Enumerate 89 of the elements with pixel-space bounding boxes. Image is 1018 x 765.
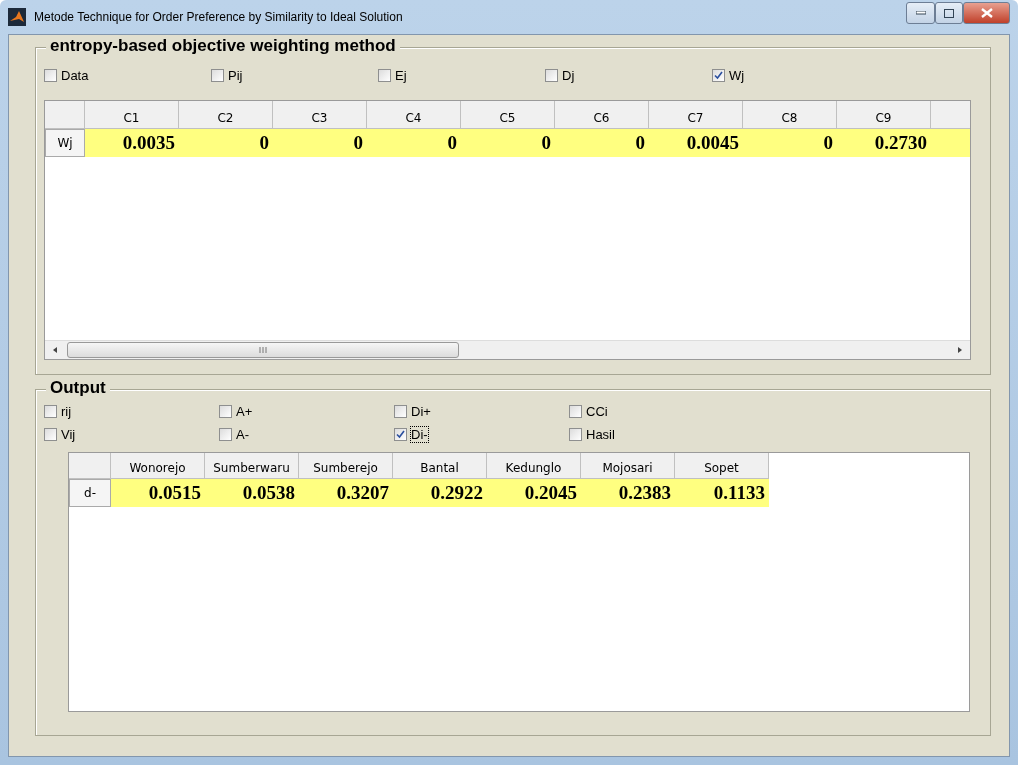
checkbox[interactable]: A+ bbox=[219, 404, 394, 419]
column-header: C8 bbox=[743, 101, 837, 129]
table-cell: 0.3207 bbox=[299, 479, 393, 507]
row-header: Wj bbox=[45, 129, 85, 157]
checkbox-box[interactable] bbox=[394, 405, 407, 418]
checkbox-label: Dj bbox=[562, 68, 575, 83]
checkbox-label: Di+ bbox=[411, 404, 431, 419]
checkbox[interactable]: Data bbox=[44, 68, 211, 83]
checkbox[interactable]: Di+ bbox=[394, 404, 569, 419]
column-header: C7 bbox=[649, 101, 743, 129]
checkbox[interactable]: CCi bbox=[569, 404, 744, 419]
checkbox-box[interactable] bbox=[44, 69, 57, 82]
scroll-right-icon[interactable] bbox=[956, 346, 964, 354]
table-cell: 0.2045 bbox=[487, 479, 581, 507]
column-header: Kedunglo bbox=[487, 453, 581, 479]
close-icon bbox=[980, 8, 993, 18]
table-cell: 0 bbox=[179, 129, 273, 157]
column-header: C5 bbox=[461, 101, 555, 129]
table-cell: 0 bbox=[367, 129, 461, 157]
checkbox-label: Wj bbox=[729, 68, 745, 83]
checkbox-label: A+ bbox=[236, 404, 253, 419]
column-header: C1 bbox=[85, 101, 179, 129]
column-header: Bantal bbox=[393, 453, 487, 479]
checkbox-box[interactable] bbox=[394, 428, 407, 441]
checkbox[interactable]: Hasil bbox=[569, 427, 744, 442]
checkbox-label: CCi bbox=[586, 404, 608, 419]
checkbox-box[interactable] bbox=[219, 428, 232, 441]
minimize-icon bbox=[915, 11, 926, 15]
table-cell: 0.0538 bbox=[205, 479, 299, 507]
table-cell: 0.2383 bbox=[581, 479, 675, 507]
checkbox-box[interactable] bbox=[44, 428, 57, 441]
column-header: C9 bbox=[837, 101, 931, 129]
column-header: Wonorejo bbox=[111, 453, 205, 479]
table-cell: 0 bbox=[461, 129, 555, 157]
close-button[interactable] bbox=[963, 2, 1010, 24]
table-cell: 0.2922 bbox=[393, 479, 487, 507]
column-header: Sumberejo bbox=[299, 453, 393, 479]
table-cell: 0 bbox=[743, 129, 837, 157]
checkbox[interactable]: Ej bbox=[378, 68, 545, 83]
checkbox-label: Pij bbox=[228, 68, 243, 83]
checkbox-box[interactable] bbox=[211, 69, 224, 82]
maximize-button[interactable] bbox=[935, 2, 963, 24]
cut-column-header bbox=[931, 101, 970, 129]
grip-icon bbox=[259, 347, 267, 353]
column-header: C2 bbox=[179, 101, 273, 129]
column-header: Sumberwaru bbox=[205, 453, 299, 479]
checkbox-box[interactable] bbox=[545, 69, 558, 82]
table-cell: 0.0515 bbox=[111, 479, 205, 507]
table-cell: 0.0035 bbox=[85, 129, 179, 157]
checkbox[interactable]: Dj bbox=[545, 68, 712, 83]
scroll-left-icon[interactable] bbox=[51, 346, 59, 354]
column-header: C4 bbox=[367, 101, 461, 129]
checkbox-label: Hasil bbox=[586, 427, 615, 442]
table-cell: 0.1133 bbox=[675, 479, 769, 507]
checkbox-box[interactable] bbox=[219, 405, 232, 418]
checkbox[interactable]: Di- bbox=[394, 427, 569, 442]
checkbox-box[interactable] bbox=[569, 428, 582, 441]
checkbox-box[interactable] bbox=[44, 405, 57, 418]
checkbox-box[interactable] bbox=[569, 405, 582, 418]
table-cell: 0.2730 bbox=[837, 129, 931, 157]
cut-table-cell bbox=[931, 129, 970, 157]
column-header: C6 bbox=[555, 101, 649, 129]
checkbox[interactable]: Wj bbox=[712, 68, 879, 83]
checkbox[interactable]: Vij bbox=[44, 427, 219, 442]
maximize-icon bbox=[944, 8, 954, 18]
checkbox-box[interactable] bbox=[712, 69, 725, 82]
table-cell: 0 bbox=[273, 129, 367, 157]
checkbox[interactable]: A- bbox=[219, 427, 394, 442]
table-cell: 0.0045 bbox=[649, 129, 743, 157]
checkbox-box[interactable] bbox=[378, 69, 391, 82]
checkbox[interactable]: Pij bbox=[211, 68, 378, 83]
column-header: Mojosari bbox=[581, 453, 675, 479]
checkbox-label: Data bbox=[61, 68, 89, 83]
checkbox-label: A- bbox=[236, 427, 249, 442]
table-cell: 0 bbox=[555, 129, 649, 157]
column-header: Sopet bbox=[675, 453, 769, 479]
row-header: d- bbox=[69, 479, 111, 507]
panel-title: Output bbox=[46, 378, 110, 398]
table-corner bbox=[45, 101, 85, 129]
checkbox[interactable]: rij bbox=[44, 404, 219, 419]
column-header: C3 bbox=[273, 101, 367, 129]
table-corner bbox=[69, 453, 111, 479]
app-logo-icon bbox=[8, 8, 26, 26]
checkbox-label: rij bbox=[61, 404, 72, 419]
panel-title: entropy-based objective weighting method bbox=[46, 36, 400, 56]
window-title: Metode Technique for Order Preference by Similarity to Ideal Solution bbox=[34, 10, 404, 24]
checkbox-label: Ej bbox=[395, 68, 407, 83]
checkbox-label: Vij bbox=[61, 427, 76, 442]
checkbox-label: Di- bbox=[411, 427, 428, 442]
